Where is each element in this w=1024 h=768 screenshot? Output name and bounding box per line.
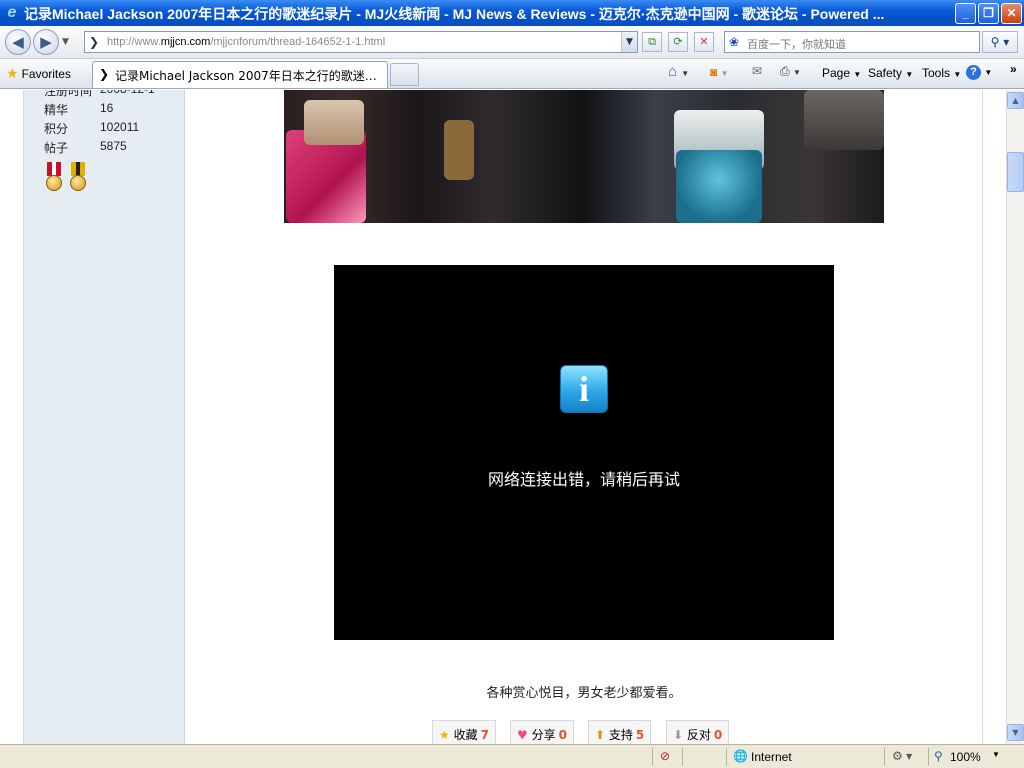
mail-icon: ✉ (752, 64, 763, 78)
status-divider (884, 748, 885, 766)
heart-icon: ♥ (517, 728, 528, 742)
zoom-level[interactable]: 100% (950, 750, 981, 764)
browser-tab[interactable]: ❯ 记录Michael Jackson 2007年日本之行的歌迷纪录片... (92, 61, 388, 88)
internet-zone-icon: 🌐 (733, 749, 748, 763)
user-stat-value: 102011 (100, 120, 140, 134)
refresh-button[interactable]: ⟳ (668, 32, 688, 52)
user-stat-label: 注册时间 (44, 90, 93, 98)
safety-menu[interactable]: Safety ▼ (868, 66, 913, 80)
compatibility-view-button[interactable]: ⧉ (642, 32, 662, 52)
vertical-scrollbar[interactable]: ▲ ▼ (1006, 90, 1024, 744)
user-stat-value: 16 (100, 101, 114, 115)
favorite-button[interactable]: ★ 收藏 7 (432, 720, 496, 744)
user-stat-label: 积分 (44, 122, 69, 136)
status-divider (652, 748, 653, 766)
address-dropdown-button[interactable]: ▼ (621, 32, 637, 52)
scroll-up-button[interactable]: ▲ (1007, 92, 1024, 109)
status-divider (928, 748, 929, 766)
favorites-button[interactable]: ★ Favorites (6, 65, 71, 82)
page-icon: ❯ (89, 35, 100, 49)
help-button[interactable]: ? ▼ (966, 64, 992, 80)
fan-photo (284, 90, 884, 223)
status-divider (726, 748, 727, 766)
ie-logo-icon: e (7, 4, 17, 21)
help-icon: ? (966, 65, 981, 80)
printer-icon: ⎙ (780, 64, 790, 78)
star-icon: ★ (6, 65, 19, 81)
forward-arrow-icon: ▶ (40, 33, 52, 51)
read-mail-button[interactable]: ✉ (752, 64, 762, 78)
new-tab-button[interactable] (390, 63, 419, 86)
video-player[interactable]: i 网络连接出错，请稍后再试 (334, 265, 834, 640)
medal-icon[interactable] (44, 162, 64, 196)
minimize-button[interactable]: _ (955, 3, 976, 24)
chevron-down-icon: ▼ (953, 70, 962, 79)
zoom-dropdown-icon[interactable]: ▼ (992, 750, 1000, 759)
tools-menu[interactable]: Tools ▼ (922, 66, 961, 80)
home-button[interactable]: ⌂ ▼ (668, 63, 689, 80)
compatibility-icon: ⧉ (648, 35, 656, 48)
magnifier-icon: ⚲ ▾ (990, 35, 1010, 49)
page-menu[interactable]: Page ▼ (822, 66, 861, 80)
stop-icon: ✕ (699, 35, 709, 48)
scroll-thumb[interactable] (1007, 152, 1024, 192)
status-bar: ⊘ 🌐 Internet ⚙ ▾ ⚲ 100% ▼ (0, 744, 1024, 768)
oppose-button[interactable]: ⬇ 反对 0 (666, 720, 730, 744)
privacy-icon[interactable]: ⊘ (660, 749, 670, 763)
user-stat-label: 帖子 (44, 141, 69, 155)
back-button[interactable]: ◀ (5, 29, 31, 55)
support-button[interactable]: ⬆ 支持 5 (588, 720, 652, 744)
chevron-down-icon: ▼ (905, 70, 914, 79)
video-error-message: 网络连接出错，请稍后再试 (487, 470, 680, 489)
search-placeholder: 百度一下，你就知道 (747, 38, 846, 51)
medal-icon[interactable] (68, 162, 88, 196)
info-icon: i (560, 365, 608, 413)
post-caption: 各种赏心悦目，男女老少都爱看。 (486, 686, 682, 701)
baidu-paw-icon: ❀ (729, 35, 740, 49)
forward-button[interactable]: ▶ (33, 29, 59, 55)
share-button[interactable]: ♥ 分享 0 (510, 720, 574, 744)
url-text: http://www.mjjcn.com/mjjcnforum/thread-1… (107, 36, 386, 48)
protected-mode-icon[interactable]: ⚙ ▾ (892, 749, 912, 763)
arrow-up-icon: ⬆ (595, 728, 606, 742)
feeds-button[interactable]: ◙ ▼ (710, 65, 729, 79)
home-icon: ⌂ (668, 63, 678, 80)
tab-page-icon: ❯ (99, 67, 110, 81)
stop-button[interactable]: ✕ (694, 32, 714, 52)
user-stat-value: 2008-12-1 (100, 90, 155, 96)
search-button[interactable]: ⚲ ▾ (982, 31, 1018, 53)
more-commands-icon[interactable]: » (1010, 62, 1017, 76)
address-input[interactable]: ❯ http://www.mjjcn.com/mjjcnforum/thread… (84, 31, 638, 53)
user-info-panel: 注册时间 2008-12-1 精华 16 积分 102011 帖子 5875 (24, 90, 185, 744)
search-input[interactable]: ❀ 百度一下，你就知道 (724, 31, 980, 53)
rss-icon: ◙ (710, 65, 718, 79)
window-title-bar[interactable]: e 记录Michael Jackson 2007年日本之行的歌迷纪录片 - MJ… (0, 0, 1024, 26)
arrow-down-icon: ⬇ (673, 728, 684, 742)
page-viewport: 注册时间 2008-12-1 精华 16 积分 102011 帖子 5875 i… (0, 90, 1006, 744)
print-button[interactable]: ⎙ ▼ (780, 64, 801, 79)
navigation-bar: ◀ ▶ ▼ ❯ http://www.mjjcn.com/mjjcnforum/… (0, 26, 1024, 59)
scroll-down-button[interactable]: ▼ (1007, 724, 1024, 741)
user-stat-value: 5875 (100, 139, 127, 153)
recent-pages-dropdown-icon[interactable]: ▼ (62, 37, 69, 47)
zoom-icon: ⚲ (934, 749, 943, 763)
close-window-button[interactable]: ✕ (1001, 3, 1022, 24)
back-arrow-icon: ◀ (12, 33, 24, 51)
right-margin (982, 90, 1006, 744)
left-margin (0, 90, 24, 744)
security-zone-label[interactable]: Internet (751, 750, 792, 764)
chevron-down-icon: ▼ (853, 70, 862, 79)
user-stat-label: 精华 (44, 103, 69, 117)
restore-button[interactable]: ❐ (978, 3, 999, 24)
refresh-icon: ⟳ (673, 35, 683, 48)
command-bar: ★ Favorites ❯ 记录Michael Jackson 2007年日本之行… (0, 59, 1024, 89)
star-icon: ★ (439, 728, 450, 742)
tab-title: 记录Michael Jackson 2007年日本之行的歌迷纪录片... (115, 69, 388, 83)
status-divider (682, 748, 683, 766)
window-title: 记录Michael Jackson 2007年日本之行的歌迷纪录片 - MJ火线… (24, 6, 885, 22)
